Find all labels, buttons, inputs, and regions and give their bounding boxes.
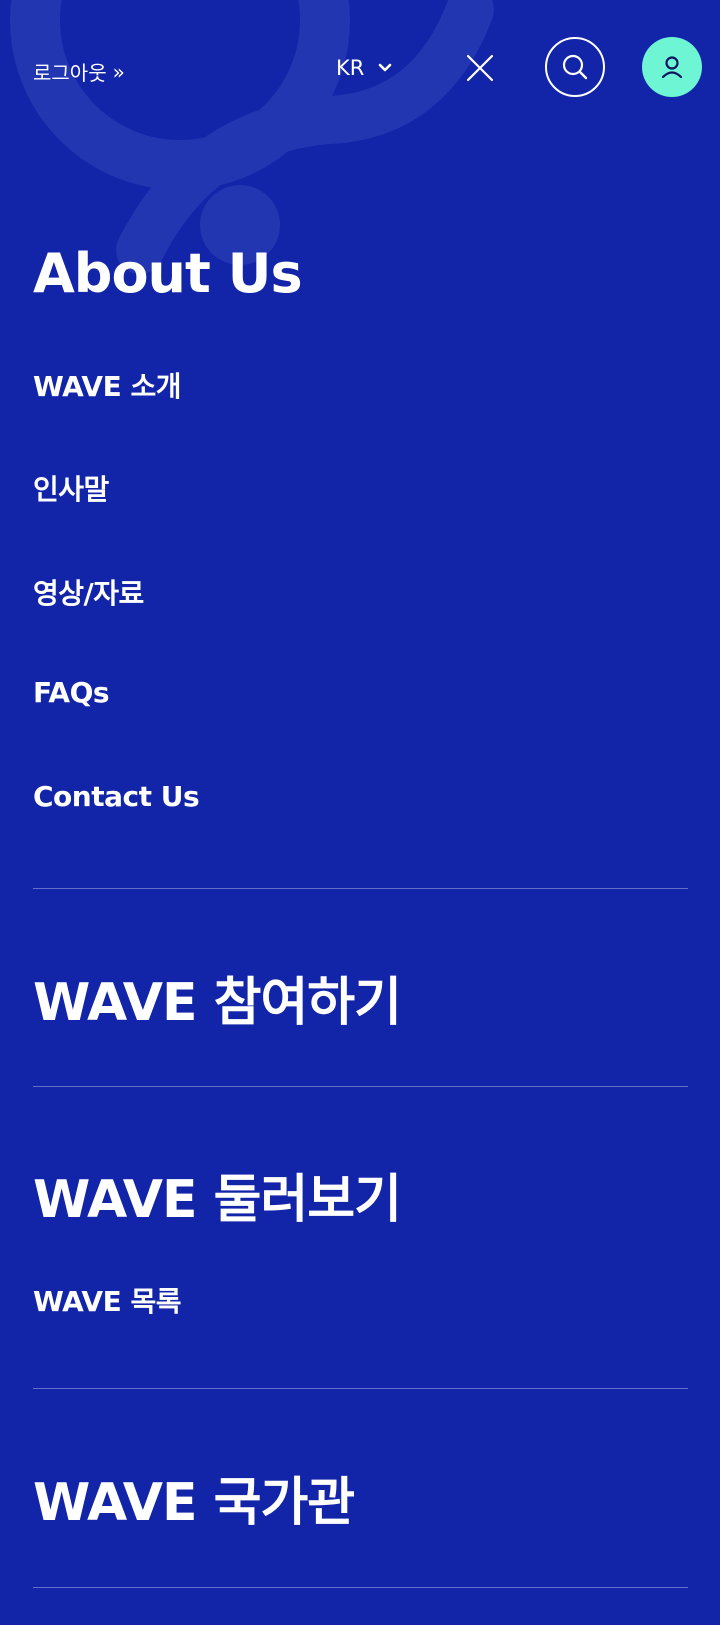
close-button[interactable] — [462, 50, 498, 86]
chevron-down-icon — [379, 63, 392, 72]
menu-item-wave-intro[interactable]: WAVE 소개 — [33, 365, 181, 405]
section-title-participate[interactable]: WAVE 참여하기 — [33, 960, 402, 1035]
search-button[interactable] — [545, 37, 605, 97]
logout-link[interactable]: 로그아웃 » — [33, 57, 125, 86]
section-title-browse[interactable]: WAVE 둘러보기 — [33, 1157, 402, 1232]
menu-item-greeting[interactable]: 인사말 — [33, 468, 109, 508]
menu-item-faqs[interactable]: FAQs — [33, 676, 110, 709]
user-icon — [661, 56, 683, 79]
section-title-about[interactable]: About Us — [33, 242, 303, 305]
double-chevron-right-icon: » — [112, 59, 125, 84]
language-value: KR — [336, 56, 365, 80]
divider — [33, 1587, 688, 1588]
menu-item-wave-list[interactable]: WAVE 목록 — [33, 1280, 181, 1320]
section-title-national[interactable]: WAVE 국가관 — [33, 1460, 355, 1535]
search-icon — [562, 54, 588, 80]
user-profile-button[interactable] — [642, 37, 702, 97]
divider — [33, 1086, 688, 1087]
divider — [33, 1388, 688, 1389]
close-icon — [466, 54, 494, 82]
menu-item-media[interactable]: 영상/자료 — [33, 572, 144, 612]
top-bar: 로그아웃 » KR — [0, 0, 720, 140]
language-selector[interactable]: KR — [336, 56, 392, 80]
menu-item-contact[interactable]: Contact Us — [33, 780, 200, 813]
logout-label: 로그아웃 — [33, 61, 107, 85]
divider — [33, 888, 688, 889]
